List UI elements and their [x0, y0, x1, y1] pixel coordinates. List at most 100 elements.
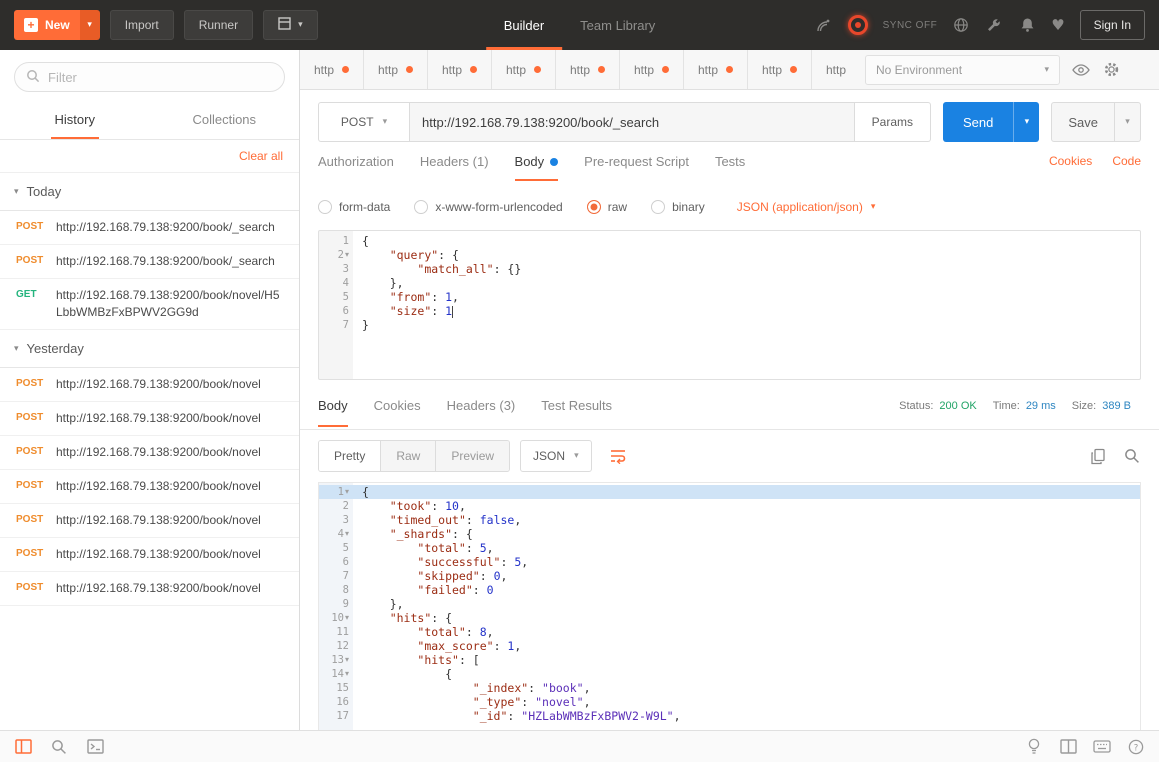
history-group-header[interactable]: ▾Today	[0, 173, 299, 211]
fold-caret-icon[interactable]: ▾	[345, 667, 349, 681]
nav-tab-builder[interactable]: Builder	[486, 0, 562, 50]
new-dropdown-caret[interactable]: ▾	[80, 10, 100, 40]
body-type-x-www-form-urlencoded[interactable]: x-www-form-urlencoded	[414, 200, 562, 214]
history-item[interactable]: POSThttp://192.168.79.138:9200/book/_sea…	[0, 245, 299, 279]
line-number: 9	[319, 597, 353, 611]
console-icon[interactable]	[86, 738, 104, 756]
sign-in-button[interactable]: Sign In	[1080, 10, 1145, 40]
open-request-tab[interactable]: http	[620, 50, 684, 89]
wrench-icon[interactable]	[985, 16, 1003, 34]
body-type-binary[interactable]: binary	[651, 200, 705, 214]
request-tab-pre-request-script[interactable]: Pre-request Script	[584, 154, 689, 179]
history-group-header[interactable]: ▾Yesterday	[0, 330, 299, 368]
keyboard-shortcuts-icon[interactable]	[1093, 738, 1111, 756]
body-type-raw[interactable]: raw	[587, 200, 627, 214]
open-request-tab[interactable]: http	[300, 50, 364, 89]
history-item[interactable]: GEThttp://192.168.79.138:9200/book/novel…	[0, 279, 299, 330]
view-mode-raw[interactable]: Raw	[380, 441, 435, 471]
environment-select[interactable]: No Environment ▾	[865, 55, 1060, 85]
code-text: "_index": "book",	[353, 681, 1140, 695]
url-input[interactable]: http://192.168.79.138:9200/book/_search	[410, 102, 855, 142]
nav-tab-team-library[interactable]: Team Library	[562, 0, 673, 50]
save-button[interactable]: Save	[1051, 102, 1115, 142]
history-item[interactable]: POSThttp://192.168.79.138:9200/book/nove…	[0, 436, 299, 470]
settings-gear-icon[interactable]	[1102, 61, 1120, 79]
open-request-tab[interactable]: http	[748, 50, 812, 89]
request-tab-headers-1[interactable]: Headers (1)	[420, 154, 489, 179]
cookies-link[interactable]: Cookies	[1049, 154, 1092, 168]
open-request-tab-label: http	[506, 63, 526, 77]
filter-box[interactable]	[14, 62, 285, 92]
response-body-viewer[interactable]: 1▾{2 "took": 10,3 "timed_out": false,4▾ …	[318, 482, 1141, 730]
fold-caret-icon[interactable]: ▾	[345, 248, 349, 262]
fold-caret-icon[interactable]: ▾	[345, 653, 349, 667]
request-tab-tests[interactable]: Tests	[715, 154, 745, 179]
new-window-button[interactable]: ▾	[263, 10, 318, 40]
two-pane-layout-icon[interactable]	[1059, 738, 1077, 756]
params-button[interactable]: Params	[855, 102, 931, 142]
code-token: "query"	[390, 248, 438, 262]
code-link[interactable]: Code	[1112, 154, 1141, 168]
request-builder-row: POST ▾ http://192.168.79.138:9200/book/_…	[318, 102, 1141, 142]
request-tab-body[interactable]: Body	[515, 154, 559, 181]
fold-caret-icon[interactable]: ▾	[345, 527, 349, 541]
open-request-tab-label: http	[762, 63, 782, 77]
history-item[interactable]: POSThttp://192.168.79.138:9200/book/nove…	[0, 368, 299, 402]
request-body-editor[interactable]: 1{2▾ "query": {3 "match_all": {}4 },5 "f…	[318, 230, 1141, 380]
clear-all-link[interactable]: Clear all	[239, 149, 283, 163]
sidebar-tab-history[interactable]: History	[0, 104, 150, 139]
sync-status-icon[interactable]	[848, 15, 868, 35]
new-button[interactable]: + New ▾	[14, 10, 100, 40]
code-token: :	[521, 695, 535, 709]
save-dropdown-caret[interactable]: ▾	[1115, 102, 1141, 142]
runner-button[interactable]: Runner	[184, 10, 253, 40]
open-request-tab[interactable]: http	[556, 50, 620, 89]
body-type-form-data[interactable]: form-data	[318, 200, 390, 214]
bell-icon[interactable]	[1018, 16, 1036, 34]
satellite-icon[interactable]	[815, 16, 833, 34]
fold-caret-icon[interactable]: ▾	[345, 485, 349, 499]
content-type-select[interactable]: JSON (application/json) ▾	[737, 200, 876, 214]
history-item[interactable]: POSThttp://192.168.79.138:9200/book/_sea…	[0, 211, 299, 245]
history-item[interactable]: POSThttp://192.168.79.138:9200/book/nove…	[0, 504, 299, 538]
open-request-tab[interactable]: http	[684, 50, 748, 89]
history-item[interactable]: POSThttp://192.168.79.138:9200/book/nove…	[0, 402, 299, 436]
history-item[interactable]: POSThttp://192.168.79.138:9200/book/nove…	[0, 538, 299, 572]
open-request-tab[interactable]: http	[812, 50, 849, 89]
send-button[interactable]: Send	[943, 102, 1013, 142]
history-item[interactable]: POSThttp://192.168.79.138:9200/book/nove…	[0, 572, 299, 606]
open-request-tab[interactable]: http	[364, 50, 428, 89]
copy-icon[interactable]	[1089, 447, 1107, 465]
response-format-select[interactable]: JSON ▾	[520, 440, 592, 472]
fold-caret-icon[interactable]: ▾	[345, 611, 349, 625]
wrap-text-button[interactable]	[604, 441, 632, 471]
help-icon[interactable]: ?	[1127, 738, 1145, 756]
search-all-icon[interactable]	[50, 738, 68, 756]
sidebar-toggle-icon[interactable]	[14, 738, 32, 756]
code-token: : {	[431, 611, 452, 625]
filter-input[interactable]	[48, 70, 273, 85]
line-number-value: 3	[343, 513, 349, 527]
send-dropdown-caret[interactable]: ▾	[1013, 102, 1039, 142]
environment-quicklook-eye-icon[interactable]	[1072, 61, 1090, 79]
request-tab-authorization[interactable]: Authorization	[318, 154, 394, 179]
response-tab-test-results[interactable]: Test Results	[541, 392, 612, 427]
open-request-tab[interactable]: http	[428, 50, 492, 89]
view-mode-pretty[interactable]: Pretty	[319, 441, 380, 471]
open-request-tab[interactable]: http	[492, 50, 556, 89]
chevron-down-icon: ▾	[383, 117, 388, 127]
sidebar-tab-collections[interactable]: Collections	[150, 104, 300, 139]
heart-icon[interactable]: ♥	[1051, 16, 1064, 34]
view-mode-preview[interactable]: Preview	[435, 441, 509, 471]
code-line: 9 },	[319, 597, 1140, 611]
globe-icon[interactable]	[952, 16, 970, 34]
response-tab-body[interactable]: Body	[318, 392, 348, 427]
search-response-icon[interactable]	[1123, 447, 1141, 465]
response-tab-headers-3[interactable]: Headers (3)	[447, 392, 516, 427]
response-tab-cookies[interactable]: Cookies	[374, 392, 421, 427]
lightbulb-icon[interactable]	[1025, 738, 1043, 756]
import-button[interactable]: Import	[110, 10, 174, 40]
new-button-main[interactable]: + New	[14, 10, 80, 40]
history-item[interactable]: POSThttp://192.168.79.138:9200/book/nove…	[0, 470, 299, 504]
method-select[interactable]: POST ▾	[318, 102, 410, 142]
